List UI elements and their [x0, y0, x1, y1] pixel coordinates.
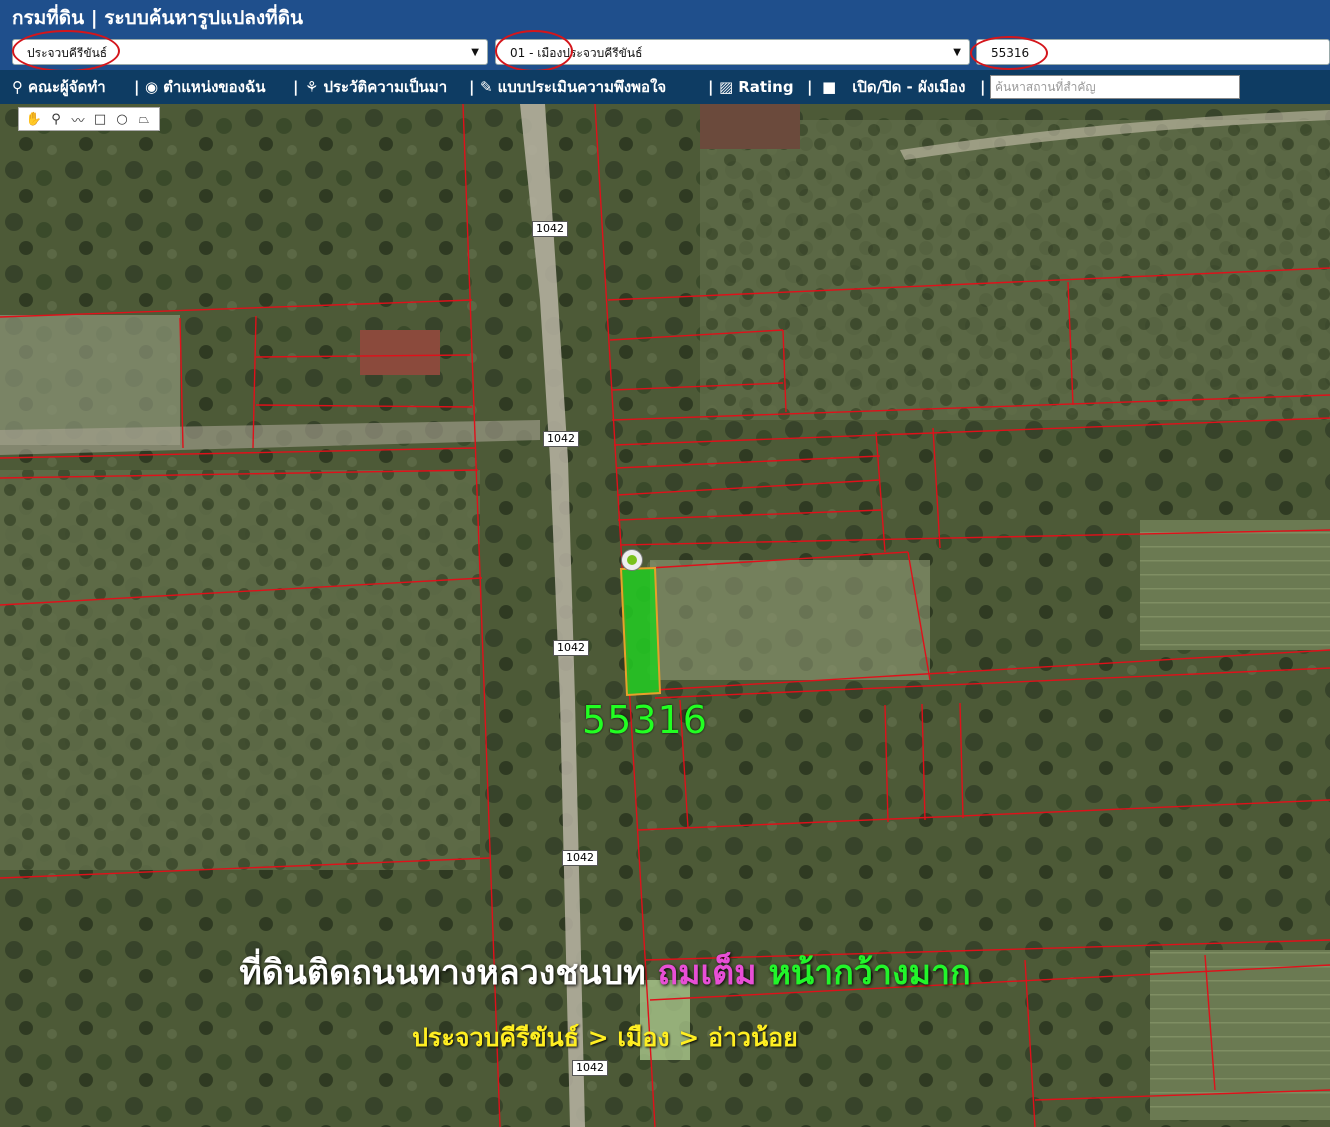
- toolbar: ⚲ คณะผู้จัดทำ | ◉ ตำแหน่งของฉัน | ⚘ ประวัติ…: [0, 70, 1330, 104]
- toolbar-history[interactable]: ⚘ ประวัติความเป็นมา: [305, 70, 447, 104]
- road-shield: 1042: [572, 1060, 608, 1076]
- dropdown-arrow-icon: ▼: [471, 47, 479, 58]
- province-select[interactable]: ประจวบคีรีขันธ์ ▼: [12, 39, 488, 65]
- divider: |: [293, 78, 299, 96]
- pan-hand-icon[interactable]: ✋: [23, 112, 45, 127]
- toolbar-zoning-toggle[interactable]: ■ เปิด/ปิด - ผังเมือง: [822, 70, 965, 104]
- globe-icon: ◉: [145, 78, 159, 96]
- highlighted-parcel[interactable]: [619, 566, 662, 697]
- divider: |: [469, 78, 475, 96]
- parcel-number-value: 55316: [991, 46, 1030, 60]
- road-shield: 1042: [532, 221, 568, 237]
- toolbar-credits-label: คณะผู้จัดทำ: [28, 78, 106, 96]
- parcel-number-label: 55316: [582, 698, 708, 742]
- toolbar-credits[interactable]: ⚲ คณะผู้จัดทำ: [12, 70, 106, 104]
- landmark-search-input[interactable]: ค้นหาสถานที่สำคัญ: [990, 75, 1240, 99]
- rectangle-icon[interactable]: □: [89, 112, 111, 127]
- caption-headline-main: ที่ดินติดถนนทางหลวงชนบท: [239, 953, 646, 993]
- district-select[interactable]: 01 - เมืองประจวบคีรีขันธ์ ▼: [495, 39, 970, 65]
- toolbar-history-label: ประวัติความเป็นมา: [323, 78, 448, 96]
- toolbar-rating-label: Rating: [738, 78, 794, 96]
- caption-headline: ที่ดินติดถนนทางหลวงชนบท ถมเต็ม หน้ากว้าง…: [0, 945, 1210, 999]
- district-select-value: 01 - เมืองประจวบคีรีขันธ์: [510, 46, 643, 60]
- parcel-number-input[interactable]: 55316: [976, 39, 1330, 65]
- toolbar-survey-label: แบบประเมินความพึงพอใจ: [497, 78, 667, 96]
- history-icon: ⚘: [305, 78, 319, 96]
- toolbar-my-location-label: ตำแหน่งของฉัน: [163, 78, 266, 96]
- caption-headline-wide: หน้ากว้างมาก: [768, 953, 971, 993]
- divider: |: [980, 78, 986, 96]
- survey-icon: ✎: [480, 78, 493, 96]
- dropdown-arrow-icon: ▼: [953, 47, 961, 58]
- divider: |: [708, 78, 714, 96]
- location-pin-icon[interactable]: [621, 549, 643, 571]
- marker-icon[interactable]: ⚲: [45, 112, 67, 127]
- divider: |: [807, 78, 813, 96]
- toolbar-zoning-label: เปิด/ปิด - ผังเมือง: [852, 78, 966, 96]
- toolbar-my-location[interactable]: ◉ ตำแหน่งของฉัน: [145, 70, 265, 104]
- app-title: กรมที่ดิน | ระบบค้นหารูปแปลงที่ดิน: [0, 0, 1330, 36]
- road-shield: 1042: [543, 431, 579, 447]
- draw-toolbar: ✋ ⚲ 〰 □ ○ ⏢: [18, 107, 160, 131]
- divider: |: [134, 78, 140, 96]
- road-shield: 1042: [553, 640, 589, 656]
- polyline-icon[interactable]: 〰: [67, 110, 89, 129]
- toolbar-rating[interactable]: ▨ Rating: [719, 70, 794, 104]
- checkbox-icon[interactable]: ■: [822, 70, 836, 104]
- circle-icon[interactable]: ○: [111, 112, 133, 127]
- toolbar-survey[interactable]: ✎ แบบประเมินความพึงพอใจ: [480, 70, 666, 104]
- person-icon: ⚲: [12, 78, 23, 96]
- selector-bar: ประจวบคีรีขันธ์ ▼ 01 - เมืองประจวบคีรีขั…: [0, 36, 1330, 70]
- caption-location: ประจวบคีรีขันธ์ > เมือง > อ่าวน้อย: [412, 1023, 798, 1052]
- road-shield: 1042: [562, 850, 598, 866]
- polygon-icon[interactable]: ⏢: [133, 112, 155, 127]
- chart-icon: ▨: [719, 78, 734, 96]
- caption-headline-filled: ถมเต็ม: [657, 953, 757, 993]
- province-select-value: ประจวบคีรีขันธ์: [27, 46, 108, 60]
